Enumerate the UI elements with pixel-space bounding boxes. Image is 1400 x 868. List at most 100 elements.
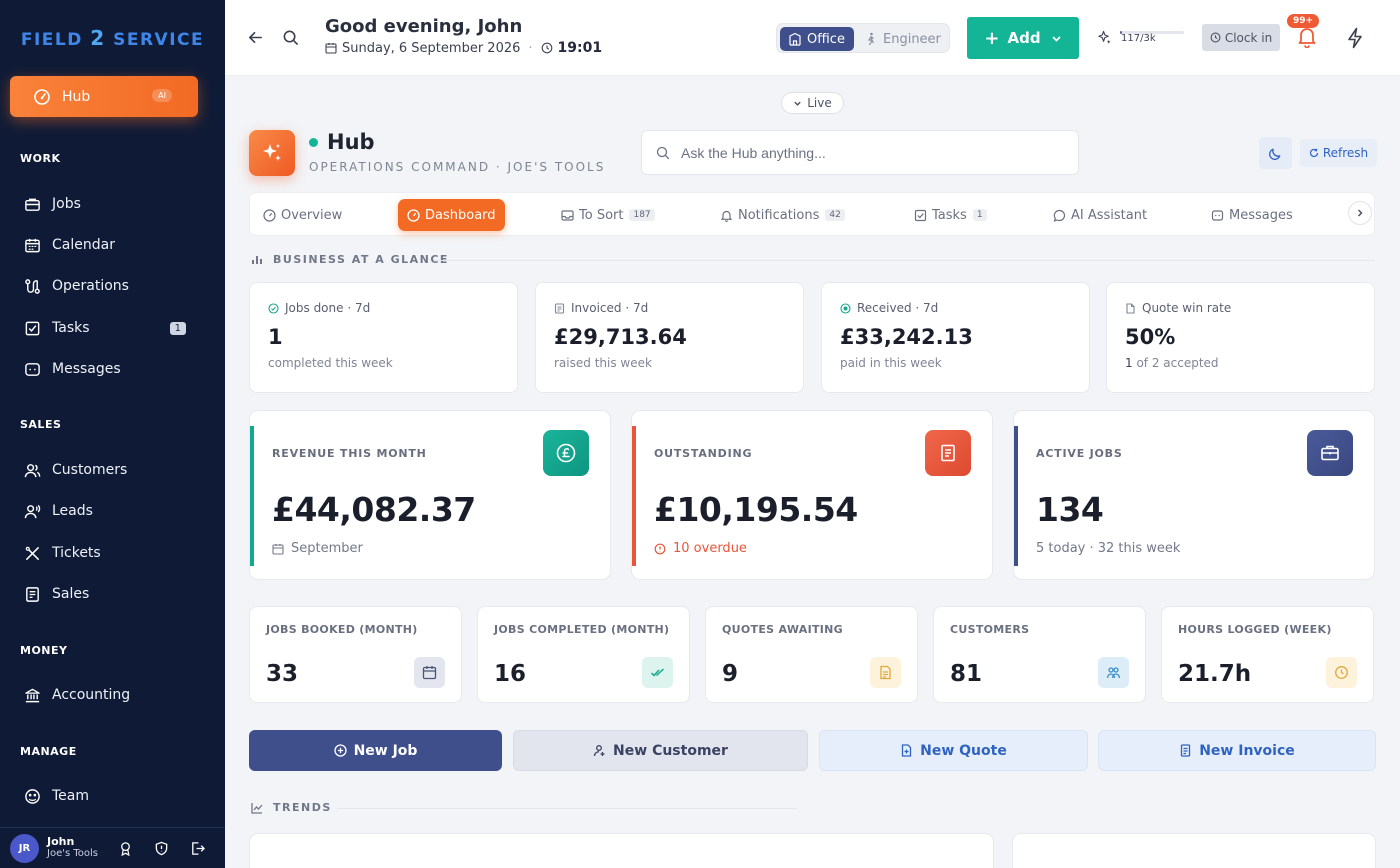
stat-card-hours-logged[interactable]: HOURS LOGGED (WEEK) 21.7h [1161, 606, 1374, 703]
tabs-scroll-right-button[interactable] [1348, 201, 1372, 225]
sidebar-item-label: Customers [52, 462, 128, 478]
shield-icon[interactable] [154, 841, 169, 856]
section-title: TRENDS [273, 801, 332, 814]
tab-to-sort[interactable]: To Sort 187 [561, 199, 655, 231]
glance-card-invoiced[interactable]: Invoiced · 7d £29,713.64 raised this wee… [535, 282, 804, 393]
sidebar-item-calendar[interactable]: Calendar [24, 231, 194, 259]
walking-icon [867, 32, 875, 46]
stat-card-customers[interactable]: CUSTOMERS 81 [933, 606, 1146, 703]
tab-messages[interactable]: Messages [1211, 199, 1293, 231]
user-name: John [47, 835, 75, 848]
bell-icon[interactable] [1297, 26, 1317, 48]
section-heading-trends: TRENDS [251, 801, 797, 814]
clock-icon [541, 42, 552, 54]
live-toggle[interactable]: Live [781, 92, 844, 114]
page-subtitle: OPERATIONS COMMAND · JOE'S TOOLS [309, 160, 606, 174]
invoice-icon [941, 444, 955, 462]
mode-office-label: Office [807, 31, 845, 47]
back-arrow-icon[interactable] [247, 29, 264, 46]
tab-label: Messages [1229, 207, 1293, 223]
glance-subtext: 1 of 2 accepted [1125, 356, 1219, 370]
hub-search-box [641, 130, 1079, 175]
kpi-subtext: 10 overdue [654, 541, 747, 556]
calendar-icon [25, 238, 40, 252]
sidebar-item-hub[interactable]: Hub AI [10, 76, 198, 117]
sidebar-item-team[interactable]: Team [24, 782, 194, 810]
kpi-card-revenue[interactable]: REVENUE THIS MONTH £44,082.37 September [249, 410, 611, 580]
section-label-sales: SALES [20, 418, 62, 431]
sidebar-item-label: Calendar [52, 237, 115, 253]
sidebar-item-tasks[interactable]: Tasks 1 [24, 314, 194, 342]
bell-icon [720, 210, 733, 222]
clock-in-button[interactable]: Clock in [1202, 24, 1280, 51]
stat-card-jobs-completed[interactable]: JOBS COMPLETED (MONTH) 16 [477, 606, 690, 703]
kpi-label: ACTIVE JOBS [1036, 447, 1123, 460]
chevron-right-icon [1357, 209, 1363, 217]
divider [435, 260, 1375, 261]
stat-label: HOURS LOGGED (WEEK) [1178, 623, 1332, 636]
sidebar-item-sales[interactable]: Sales [24, 580, 194, 608]
team-icon [25, 788, 40, 804]
app-logo[interactable]: FIELD 2 SERVICE [0, 26, 225, 50]
search-icon[interactable] [282, 29, 299, 46]
glance-label: Received · 7d [840, 301, 938, 315]
stat-value: 9 [722, 661, 739, 687]
sidebar-item-customers[interactable]: Customers [24, 456, 194, 484]
mode-office-button[interactable]: Office [780, 27, 854, 51]
refresh-button[interactable]: Refresh [1300, 139, 1377, 167]
new-invoice-button[interactable]: New Invoice [1098, 730, 1376, 771]
plus-icon: + [984, 27, 1000, 49]
target-icon [840, 302, 851, 314]
lightning-icon[interactable] [1346, 27, 1364, 49]
clock-in-label: Clock in [1224, 30, 1273, 45]
glance-subtext: paid in this week [840, 356, 942, 370]
add-button[interactable]: + Add [967, 17, 1079, 59]
user-info: John Joe's Tools [47, 836, 98, 860]
award-icon[interactable] [118, 841, 133, 856]
refresh-label: Refresh [1322, 146, 1369, 160]
sidebar-item-label: Tickets [52, 545, 101, 561]
sidebar-item-messages[interactable]: Messages [24, 355, 194, 383]
mode-toggle: Office Engineer [776, 23, 950, 53]
kpi-label: OUTSTANDING [654, 447, 753, 460]
mode-engineer-button[interactable]: Engineer [864, 27, 941, 51]
sidebar-item-leads[interactable]: Leads [24, 497, 194, 525]
glance-card-jobs-done[interactable]: Jobs done · 7d 1 completed this week [249, 282, 518, 393]
tab-ai-assistant[interactable]: AI Assistant [1053, 199, 1147, 231]
new-quote-button[interactable]: New Quote [819, 730, 1088, 771]
sidebar-item-jobs[interactable]: Jobs [24, 190, 194, 218]
gauge-icon [263, 208, 276, 222]
tab-dashboard[interactable]: Dashboard [398, 199, 505, 231]
topbar: Good evening, John Sunday, 6 September 2… [225, 0, 1400, 76]
new-job-button[interactable]: New Job [249, 730, 502, 771]
stat-card-quotes-awaiting[interactable]: QUOTES AWAITING 9 [705, 606, 918, 703]
sidebar-item-label: Team [52, 788, 90, 804]
checkbox-icon [25, 321, 40, 335]
sidebar: FIELD 2 SERVICE Hub AI WORK Jobs Calenda… [0, 0, 225, 868]
greeting: Good evening, John [325, 16, 523, 37]
avatar[interactable]: JR [10, 833, 39, 863]
kpi-card-outstanding[interactable]: OUTSTANDING £10,195.54 10 overdue [631, 410, 993, 580]
glance-card-quote-win-rate[interactable]: Quote win rate 50% 1 of 2 accepted [1106, 282, 1375, 393]
tab-overview[interactable]: Overview [263, 199, 342, 231]
user-signal-icon [24, 504, 41, 518]
logout-icon[interactable] [190, 841, 205, 856]
glance-label-text: Received · 7d [857, 301, 939, 315]
hub-search-input[interactable] [681, 144, 1061, 161]
tab-count-badge: 187 [629, 209, 655, 221]
kpi-icon-tile [1307, 430, 1353, 476]
new-customer-button[interactable]: New Customer [513, 730, 808, 771]
chevron-down-icon [1051, 35, 1061, 42]
sidebar-item-accounting[interactable]: Accounting [24, 681, 194, 709]
alert-circle-icon [654, 543, 666, 554]
tab-tasks[interactable]: Tasks 1 [914, 199, 987, 231]
kpi-card-active-jobs[interactable]: ACTIVE JOBS 134 5 today · 32 this week [1013, 410, 1375, 580]
sidebar-item-operations[interactable]: Operations [24, 272, 194, 300]
stat-card-jobs-booked[interactable]: JOBS BOOKED (MONTH) 33 [249, 606, 462, 703]
sparkles-icon[interactable] [1097, 30, 1112, 45]
kpi-value: £44,082.37 [272, 490, 476, 529]
glance-card-received[interactable]: Received · 7d £33,242.13 paid in this we… [821, 282, 1090, 393]
sidebar-item-tickets[interactable]: Tickets [24, 539, 194, 567]
tab-notifications[interactable]: Notifications 42 [720, 199, 845, 231]
dark-mode-button[interactable] [1259, 137, 1292, 169]
